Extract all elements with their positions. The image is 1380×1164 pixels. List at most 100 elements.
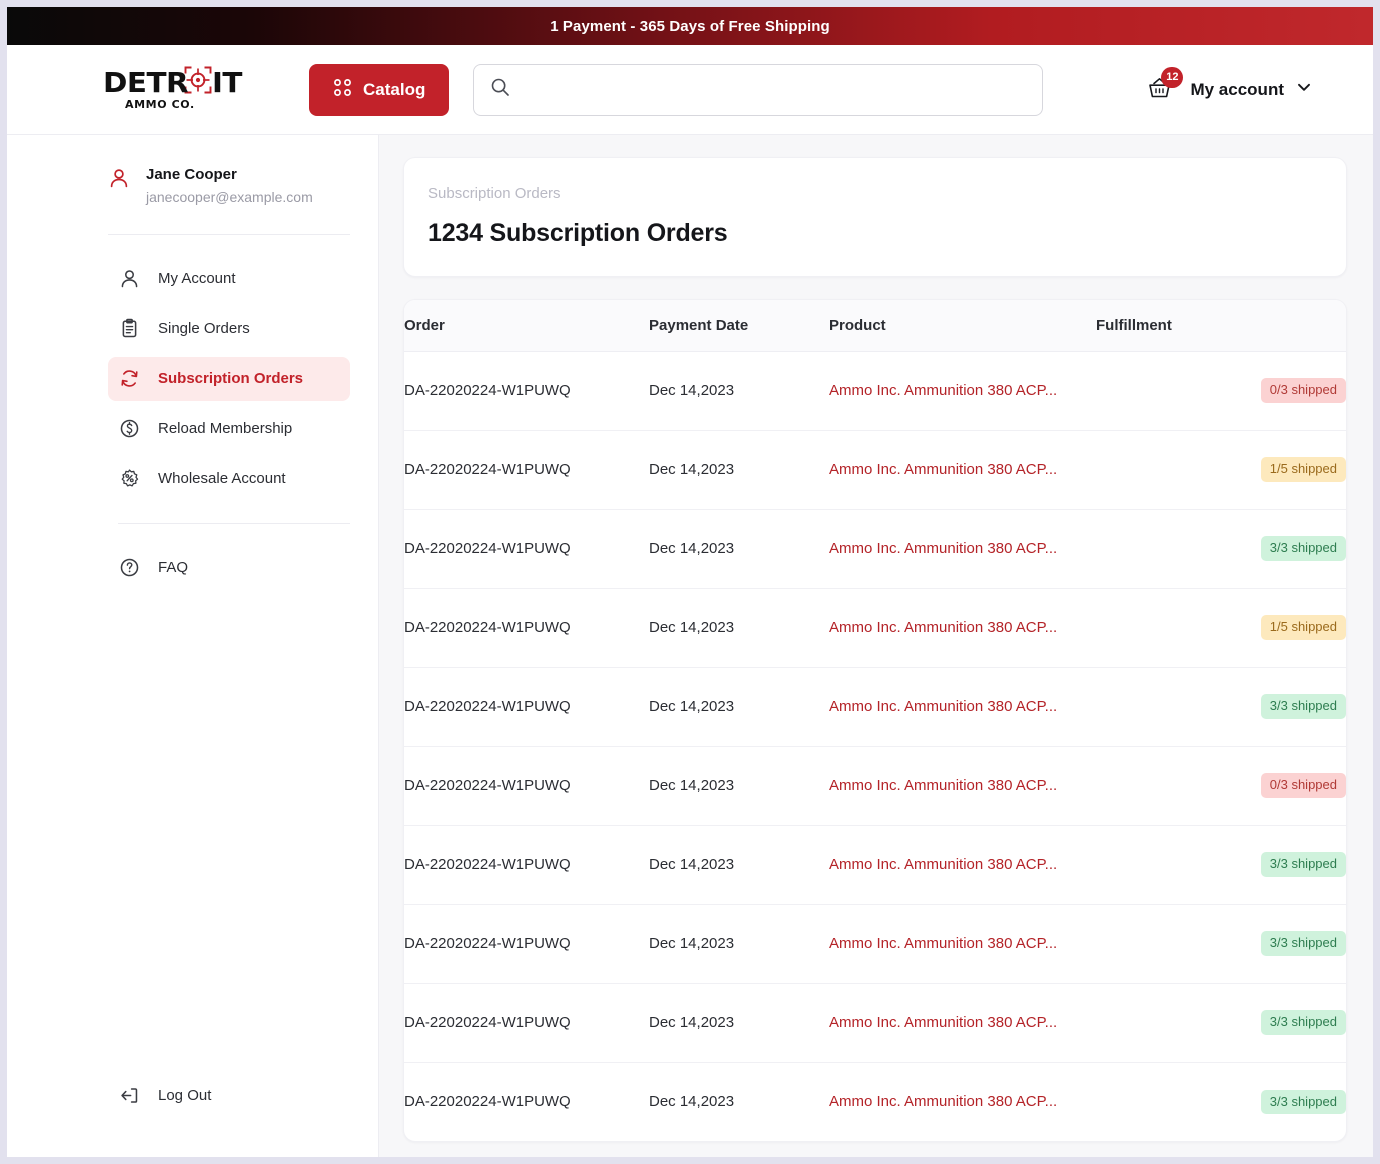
refresh-cycle-icon	[118, 368, 140, 389]
cell-product: Ammo Inc. Ammunition 380 ACP...	[829, 1062, 1096, 1141]
orders-table-head: Order Payment Date Product Fulfillment	[404, 299, 1346, 352]
my-account-menu[interactable]: My account	[1190, 78, 1313, 101]
cell-order: DA-22020224-W1PUWQ	[404, 588, 649, 668]
logo-subtitle: AMMO CO.	[125, 97, 195, 111]
column-header-order[interactable]: Order	[404, 299, 649, 352]
column-header-payment-date[interactable]: Payment Date	[649, 299, 829, 352]
cell-order: DA-22020224-W1PUWQ	[404, 1093, 571, 1111]
logo-word-right: IT	[212, 65, 242, 99]
site-logo[interactable]: DETR IT AMMO CO.	[103, 65, 263, 111]
cell-order: DA-22020224-W1PUWQ	[404, 904, 649, 984]
cell-payment-date: Dec 14,2023	[649, 825, 829, 905]
sidebar-item-wholesale-account[interactable]: Wholesale Account	[108, 457, 350, 501]
percent-badge-icon	[118, 468, 140, 489]
status-badge: 3/3 shipped	[1260, 536, 1346, 561]
product-link[interactable]: Ammo Inc. Ammunition 380 ACP...	[829, 1093, 1096, 1110]
cell-payment-date: Dec 14,2023	[649, 667, 829, 747]
promo-banner-text: 1 Payment - 365 Days of Free Shipping	[550, 17, 830, 35]
profile-text: Jane Cooper janecooper@example.com	[146, 165, 313, 208]
search-input[interactable]	[522, 81, 1027, 98]
cell-order: DA-22020224-W1PUWQ	[404, 825, 649, 905]
sidebar-item-my-account[interactable]: My Account	[108, 257, 350, 301]
cell-payment-date: Dec 14,2023	[649, 1093, 735, 1111]
profile-email: janecooper@example.com	[146, 189, 313, 206]
status-badge: 3/3 shipped	[1260, 1089, 1346, 1114]
cell-order: DA-22020224-W1PUWQ	[404, 983, 649, 1063]
header-actions: 12 My account	[1142, 66, 1341, 107]
product-link[interactable]: Ammo Inc. Ammunition 380 ACP...	[829, 856, 1096, 873]
logout-button[interactable]: Log Out	[108, 1073, 350, 1117]
cell-product: Ammo Inc. Ammunition 380 ACP...	[829, 509, 1096, 589]
sidebar-divider	[118, 522, 350, 524]
profile-name: Jane Cooper	[146, 166, 237, 183]
table-row[interactable]: DA-22020224-W1PUWQ Dec 14,2023 Ammo Inc. A…	[404, 904, 1346, 984]
page-body: Jane Cooper janecooper@example.com My Ac…	[7, 135, 1373, 1157]
product-link[interactable]: Ammo Inc. Ammunition 380 ACP...	[829, 777, 1096, 794]
cell-order: DA-22020224-W1PUWQ	[404, 351, 649, 431]
cart-button[interactable]: 12	[1142, 66, 1184, 107]
logo-word-left: DETR	[103, 65, 189, 99]
cell-order: DA-22020224-W1PUWQ	[404, 667, 649, 747]
table-row[interactable]: DA-22020224-W1PUWQ Dec 14,2023 Ammo Inc. A…	[404, 983, 1346, 1063]
cell-product: Ammo Inc. Ammunition 380 ACP...	[829, 904, 1096, 984]
orders-table-body: DA-22020224-W1PUWQ Dec 14,2023 Ammo Inc. A…	[404, 351, 1346, 1141]
product-link[interactable]: Ammo Inc. Ammunition 380 ACP...	[829, 935, 1096, 952]
cell-order: DA-22020224-W1PUWQ	[404, 746, 649, 826]
table-row[interactable]: DA-22020224-W1PUWQ Dec 14,2023 Ammo Inc. A…	[404, 509, 1346, 589]
sidebar-inner: Jane Cooper janecooper@example.com My Ac…	[7, 165, 378, 596]
table-row[interactable]: DA-22020224-W1PUWQ Dec 14,2023 Ammo Inc. A…	[404, 351, 1346, 431]
table-row[interactable]: DA-22020224-W1PUWQ Dec 14,2023 Ammo Inc. A…	[404, 746, 1346, 826]
column-header-product[interactable]: Product	[829, 299, 1096, 352]
product-link[interactable]: Ammo Inc. Ammunition 380 ACP...	[829, 698, 1096, 715]
cell-product: Ammo Inc. Ammunition 380 ACP...	[829, 825, 1096, 905]
table-row[interactable]: DA-22020224-W1PUWQ Dec 14,2023 Ammo Inc. A…	[404, 430, 1346, 510]
sidebar-profile: Jane Cooper janecooper@example.com	[108, 165, 350, 235]
my-account-label: My account	[1190, 79, 1284, 99]
cell-payment-date: Dec 14,2023	[649, 904, 829, 984]
sidebar-item-reload-membership[interactable]: Reload Membership	[108, 407, 350, 451]
table-header-row: Order Payment Date Product Fulfillment	[404, 299, 1346, 352]
product-link[interactable]: Ammo Inc. Ammunition 380 ACP...	[829, 1014, 1096, 1031]
browser-page: 1 Payment - 365 Days of Free Shipping DE…	[7, 7, 1373, 1157]
status-badge: 0/3 shipped	[1260, 773, 1346, 798]
orders-table: Order Payment Date Product Fulfillment D…	[404, 299, 1346, 1142]
table-row[interactable]: DA-22020224-W1PUWQ Dec 14,2023 Ammo Inc. A…	[404, 825, 1346, 905]
column-header-fulfillment[interactable]: Fulfillment	[1096, 299, 1346, 352]
logout-label: Log Out	[158, 1086, 212, 1104]
cell-fulfillment: 1/5 shipped	[1096, 588, 1346, 668]
cell-order: DA-22020224-W1PUWQ	[404, 430, 649, 510]
status-badge: 3/3 shipped	[1260, 694, 1346, 719]
table-row[interactable]: DA-22020224-W1PUWQ Dec 14,2023 Ammo Inc. A…	[404, 1062, 1346, 1141]
cell-product: Ammo Inc. Ammunition 380 ACP...	[829, 430, 1096, 510]
sidebar-item-subscription-orders[interactable]: Subscription Orders	[108, 356, 350, 401]
cell-payment-date: Dec 14,2023	[649, 509, 829, 589]
cell-fulfillment: 0/3 shipped	[1096, 746, 1346, 826]
product-link[interactable]: Ammo Inc. Ammunition 380 ACP...	[829, 540, 1096, 557]
breadcrumb: Subscription Orders	[428, 185, 561, 202]
product-link[interactable]: Ammo Inc. Ammunition 380 ACP...	[829, 461, 1096, 478]
promo-banner: 1 Payment - 365 Days of Free Shipping	[7, 7, 1373, 45]
table-row[interactable]: DA-22020224-W1PUWQ Dec 14,2023 Ammo Inc. A…	[404, 588, 1346, 668]
site-header: DETR IT AMMO CO. Catalog 12 My account	[7, 45, 1373, 135]
product-link[interactable]: Ammo Inc. Ammunition 380 ACP...	[829, 619, 1096, 636]
status-badge: 3/3 shipped	[1260, 852, 1346, 877]
page-title: 1234 Subscription Orders	[428, 218, 728, 247]
grid-dots-icon	[333, 78, 352, 102]
cell-product: Ammo Inc. Ammunition 380 ACP...	[829, 588, 1096, 668]
product-link[interactable]: Ammo Inc. Ammunition 380 ACP...	[829, 382, 1096, 399]
cell-product: Ammo Inc. Ammunition 380 ACP...	[829, 746, 1096, 826]
main-content: Subscription Orders 1234 Subscription Or…	[379, 135, 1373, 1157]
sidebar-item-label: Subscription Orders	[158, 370, 304, 388]
catalog-button[interactable]: Catalog	[309, 63, 450, 116]
sidebar-item-faq[interactable]: FAQ	[108, 546, 350, 590]
table-row[interactable]: DA-22020224-W1PUWQ Dec 14,2023 Ammo Inc. A…	[404, 667, 1346, 747]
sidebar-item-single-orders[interactable]: Single Orders	[108, 307, 350, 351]
status-badge: 1/5 shipped	[1260, 457, 1346, 482]
cell-fulfillment: 0/3 shipped	[1096, 351, 1346, 431]
search-icon	[490, 77, 510, 102]
cell-payment-date: Dec 14,2023	[649, 746, 829, 826]
sidebar-item-label: My Account	[158, 270, 236, 288]
search-box[interactable]	[473, 63, 1044, 116]
sidebar-footer: Log Out	[7, 1073, 366, 1157]
